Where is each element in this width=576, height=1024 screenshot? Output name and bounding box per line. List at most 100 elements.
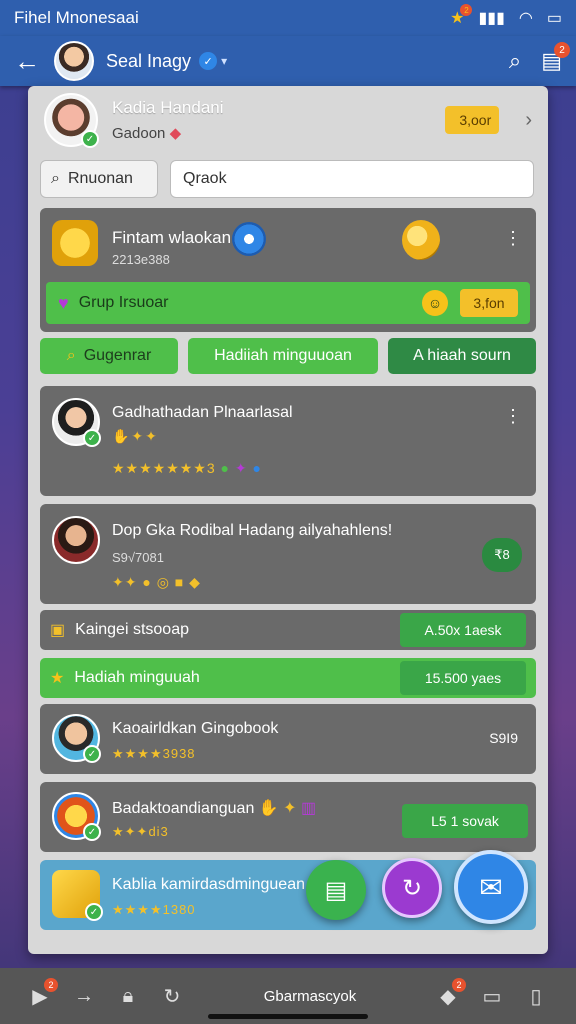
refresh-button[interactable]: ↻: [382, 858, 442, 918]
row-label: Kaingei stsooap: [75, 621, 189, 638]
check-icon: ✓: [83, 823, 101, 841]
tab-weekly-reward[interactable]: Hadiiah minguuoan: [188, 338, 378, 374]
check-icon: ✓: [83, 745, 101, 763]
tab-hiaah-sourn[interactable]: A hiaah sourn: [388, 338, 536, 374]
event-subtitle: 2213e388: [112, 252, 170, 267]
main-panel: ✓ Kadia Handani Gadoon ◆ 3,oor › ⌕ Rnuon…: [28, 86, 548, 954]
user-name: Dop Gka Rodibal Hadang ailyahahlens!: [112, 522, 393, 539]
video-icon[interactable]: ▶ 2: [18, 977, 62, 1009]
star-icon: ★: [50, 670, 65, 687]
user-avatar: [52, 516, 100, 564]
tab-general[interactable]: ⌕ Gugenrar: [40, 338, 178, 374]
coin-button[interactable]: 3,oor: [445, 106, 500, 134]
reward-icon: ✓: [52, 792, 101, 841]
gift-icon: [52, 220, 98, 266]
tab-bar: ⌕ Gugenrar Hadiiah minguuoan A hiaah sou…: [40, 338, 536, 374]
item-title: Badaktoandianguan ✋ ✦ ▥: [112, 800, 317, 817]
gold-coin-icon: [402, 220, 440, 260]
card-icon[interactable]: ▭: [470, 984, 514, 1009]
more-menu-icon[interactable]: ⋮: [504, 406, 522, 427]
list-item[interactable]: ✓ Gadhathadan Plnaarlasal ✋✦✦ ★★★★★★★3 ●…: [40, 386, 536, 496]
chat-badge: 2: [452, 977, 466, 992]
inbox-icon[interactable]: ▤ 2: [541, 42, 570, 74]
list-item[interactable]: ▣ Kaingei stsooap A.50x 1aesk: [40, 610, 536, 650]
back-arrow-icon[interactable]: ←: [14, 46, 54, 77]
shield-icon: ◆: [169, 125, 182, 142]
list-item[interactable]: ✓ Kaoairldkan Gingobook ★★★★3938 S9I9: [40, 704, 536, 774]
item-title: Kaoairldkan Gingobook: [112, 720, 279, 737]
check-icon: ✓: [85, 903, 103, 921]
wallet-icon: ▤: [324, 876, 348, 904]
check-icon: ✓: [81, 130, 99, 148]
event-title: Fintam wlaokan: [112, 228, 232, 247]
item-rating: ★★★★3938: [112, 746, 196, 761]
badge-icons: ✋✦✦: [112, 428, 159, 444]
row-value-button[interactable]: A.50x 1aesk: [400, 613, 526, 647]
list-item[interactable]: ✓ Badaktoandianguan ✋ ✦ ▥ ★✦✦di3 L5 1 so…: [40, 782, 536, 852]
signal-icon: ▮▮▮: [478, 10, 505, 27]
user-name: Gadhathadan Plnaarlasal: [112, 404, 293, 421]
profile-subtitle: Gadoon ◆: [112, 125, 182, 142]
chest-icon: ▣: [50, 622, 66, 639]
user-avatar: ✓: [52, 714, 101, 763]
user-subvalue: S9√7081: [112, 550, 164, 565]
star-icon: ★ 2: [450, 4, 473, 28]
carrier-name: Fihel Mnonesaai: [14, 8, 139, 27]
refresh-icon: ↻: [401, 874, 423, 902]
chevron-down-icon[interactable]: ▾: [221, 54, 227, 68]
group-strip-button[interactable]: 3,fon: [460, 289, 518, 317]
battery-icon: ▭: [546, 10, 562, 27]
row-value-button[interactable]: 15.500 yaes: [400, 661, 526, 695]
search-button-label: Rnuonan: [67, 170, 133, 187]
mail-button[interactable]: ✉: [454, 850, 528, 924]
event-card[interactable]: Fintam wlaokan 2213e388 ⋮ ♥ Grup Irsuoar…: [40, 208, 536, 332]
search-icon: ⌕: [51, 170, 60, 187]
document-icon[interactable]: ▯: [514, 984, 558, 1009]
item-button-wrap: L5 1 sovak: [402, 804, 528, 838]
search-icon[interactable]: ⌕: [509, 48, 521, 74]
item-title: Kablia kamirdasdminguean: [112, 876, 305, 893]
green-badge[interactable]: ₹8: [482, 538, 522, 572]
refresh-icon[interactable]: ↻: [150, 984, 194, 1009]
mail-icon: ✉: [479, 871, 503, 903]
search-row: ⌕ Rnuonan: [40, 160, 534, 198]
row-label: Hadiah minguuah: [74, 669, 200, 686]
lock-icon[interactable]: 🔒︎: [106, 985, 150, 1008]
more-menu-icon[interactable]: ⋮: [504, 228, 522, 249]
smiley-icon: ☺: [422, 290, 448, 316]
profile-avatar: ✓: [44, 93, 99, 148]
group-strip[interactable]: ♥ Grup Irsuoar ☺ 3,fon: [46, 282, 530, 324]
home-indicator: [208, 1014, 368, 1019]
heart-icon: ♥: [58, 292, 69, 313]
gift-box-icon: ✓: [52, 870, 103, 921]
video-badge: 2: [44, 977, 58, 992]
chevron-right-icon[interactable]: ›: [525, 109, 532, 132]
notification-badge: 2: [554, 42, 570, 58]
bottom-bar-label[interactable]: Gbarmascyok: [194, 988, 426, 1005]
profile-row[interactable]: ✓ Kadia Handani Gadoon ◆ 3,oor ›: [28, 86, 548, 154]
forward-arrow-icon[interactable]: →: [62, 985, 106, 1008]
wifi-icon: ◠: [518, 10, 533, 27]
rating-stars: ★★★★★★★3 ● ✦ ●: [112, 460, 262, 476]
contact-avatar[interactable]: [54, 41, 94, 81]
app-bar: ← Seal Inagy ✓ ▾ ⌕ ▤ 2: [0, 36, 576, 86]
search-button[interactable]: ⌕ Rnuonan: [40, 160, 158, 198]
item-rating: ★★★★1380: [112, 902, 196, 917]
search-input[interactable]: [170, 160, 534, 198]
user-avatar: ✓: [52, 398, 101, 447]
status-bar: Fihel Mnonesaai ★ 2 ▮▮▮ ◠ ▭: [0, 0, 576, 36]
check-icon: ✓: [83, 429, 101, 447]
search-icon: ⌕: [66, 347, 76, 364]
list-item[interactable]: ★ Hadiah minguuah 15.500 yaes: [40, 658, 536, 698]
reward-icons: ✦✦ ● ◎ ■ ◆: [112, 574, 201, 590]
item-rating: ★✦✦di3: [112, 824, 169, 839]
contact-name[interactable]: Seal Inagy: [106, 51, 191, 72]
list-item[interactable]: Dop Gka Rodibal Hadang ailyahahlens! S9√…: [40, 504, 536, 604]
verified-icon: ✓: [199, 52, 218, 70]
item-value: S9I9: [489, 730, 518, 746]
profile-name: Kadia Handani: [112, 98, 224, 117]
wallet-button[interactable]: ▤: [306, 860, 366, 920]
chat-icon[interactable]: ◆ 2: [426, 977, 470, 1009]
star-badge: 2: [460, 4, 473, 16]
item-value-button[interactable]: L5 1 sovak: [402, 804, 528, 838]
